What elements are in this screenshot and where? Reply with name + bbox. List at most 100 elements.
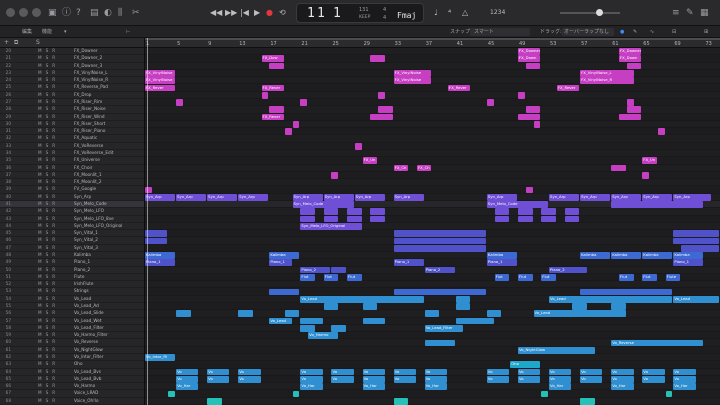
track-name[interactable]: Vo_Lead_Bvs (74, 369, 101, 375)
region[interactable]: Flut (494, 274, 510, 281)
region[interactable] (323, 303, 339, 310)
track-name[interactable]: Syn_Vital_2 (74, 237, 98, 243)
region[interactable]: Vo_Lead (269, 317, 292, 325)
mute-solo-record-buttons[interactable]: MSR (38, 208, 59, 214)
mute-solo-record-buttons[interactable]: MSR (38, 143, 59, 149)
track-name[interactable]: FX_Moonlit_2 (74, 179, 102, 185)
region[interactable] (393, 397, 409, 405)
track-name[interactable]: Vo_Lead_Slide (74, 310, 104, 316)
region[interactable] (517, 215, 533, 223)
track-lane[interactable] (145, 150, 720, 158)
track-header[interactable]: 31 MSR FX_Riser_Piano (0, 128, 144, 136)
region[interactable]: Vo (207, 376, 230, 383)
region[interactable]: Vo_Har (300, 383, 323, 390)
track-header[interactable]: 41 MSR Syn_Melo_Code (0, 201, 144, 209)
master-volume-knob[interactable] (596, 9, 603, 16)
mute-solo-record-buttons[interactable]: MSR (38, 310, 59, 316)
mute-solo-record-buttons[interactable]: MSR (38, 267, 59, 273)
track-name[interactable]: Vo_Reverse (74, 339, 98, 345)
region[interactable] (370, 208, 385, 216)
region[interactable] (681, 244, 719, 252)
track-lane[interactable] (145, 317, 720, 325)
region[interactable]: Vo_Har (611, 383, 634, 390)
region[interactable]: Syn_Arp (354, 193, 385, 201)
pencil-tool-icon[interactable]: ✎ (633, 29, 637, 35)
region[interactable] (541, 215, 556, 223)
region[interactable]: FX_Ch (393, 164, 409, 172)
region[interactable]: Syn_Arp (292, 193, 323, 201)
catch-icon[interactable]: ⊢ (126, 29, 130, 35)
track-lane[interactable] (145, 397, 720, 405)
region[interactable] (284, 310, 300, 318)
region[interactable]: FX_VinylNoise_L (580, 70, 634, 77)
track-name[interactable]: Vo_Lead_Wet (74, 318, 101, 324)
track-name[interactable]: Vo_Lead_Bvb (74, 376, 101, 382)
mute-solo-record-buttons[interactable]: MSR (38, 369, 59, 375)
region[interactable]: FX_Rever (145, 84, 176, 92)
region[interactable]: Vo_Har (362, 383, 385, 390)
mute-solo-record-buttons[interactable]: MSR (38, 390, 59, 396)
waveform-zoom-icon[interactable]: ∿ (650, 29, 654, 35)
track-lane[interactable] (145, 84, 720, 92)
track-lane[interactable] (145, 273, 720, 282)
track-header[interactable]: 37 MSR FX_Moonlit_1 (0, 172, 144, 180)
close-window-button[interactable] (6, 8, 15, 17)
region[interactable]: Kalimba (580, 252, 611, 259)
region[interactable]: Vo (611, 376, 634, 383)
region[interactable]: Vo (673, 376, 696, 383)
region[interactable]: Vo (580, 376, 603, 383)
region[interactable]: Vo_Har (176, 383, 199, 390)
region[interactable]: Piano_1 (145, 259, 176, 267)
mute-solo-record-buttons[interactable]: MSR (38, 172, 59, 178)
track-lane[interactable] (145, 281, 720, 289)
track-name[interactable]: FX_Riser_Piano (74, 128, 105, 134)
region[interactable] (300, 317, 323, 325)
region[interactable] (145, 237, 168, 245)
region[interactable] (300, 325, 315, 332)
region[interactable] (393, 288, 486, 296)
track-header[interactable]: 54 MSR Vo_Lead (0, 296, 144, 303)
mute-solo-record-buttons[interactable]: MSR (38, 48, 59, 54)
mute-solo-record-buttons[interactable]: MSR (38, 303, 59, 309)
region[interactable]: FX_Rever (261, 84, 284, 92)
track-lane[interactable] (145, 208, 720, 216)
region[interactable]: Vo (176, 376, 199, 383)
region[interactable]: FX_Un (362, 157, 378, 165)
region[interactable]: Syn_Arp (207, 193, 238, 201)
region[interactable]: Syn_Arp (549, 193, 580, 201)
mute-solo-record-buttons[interactable]: MSR (38, 325, 59, 331)
track-name[interactable]: FX_Reverse_Pad (74, 84, 108, 90)
track-lane[interactable] (145, 346, 720, 354)
track-lane[interactable] (145, 91, 720, 99)
region[interactable]: FX_Downer (618, 48, 642, 55)
track-header[interactable]: 30 MSR FX_Riser_Short (0, 121, 144, 129)
track-name[interactable]: FX_Riser_Short (74, 121, 105, 127)
library-icon[interactable]: ▣ (48, 7, 57, 19)
region[interactable] (362, 317, 385, 325)
region[interactable]: Kalimba (673, 252, 704, 259)
region[interactable] (284, 128, 292, 135)
region[interactable] (145, 186, 152, 194)
region[interactable]: Vo (673, 368, 696, 376)
track-lane[interactable] (145, 215, 720, 223)
region[interactable]: Syn_Arp (580, 193, 611, 201)
track-name[interactable]: FX_Aquatic (74, 135, 97, 141)
region[interactable]: FX_Dow (261, 55, 284, 63)
track-lane[interactable] (145, 303, 720, 311)
track-name[interactable]: FX_Riser_Wind (74, 114, 105, 120)
track-name[interactable]: Syn_Vital_1 (74, 230, 98, 236)
region[interactable]: Piano_2 (424, 266, 455, 274)
mute-solo-record-buttons[interactable]: MSR (38, 77, 59, 83)
track-header[interactable]: 62 MSR Vo_Intor_Filter (0, 354, 144, 362)
track-lane[interactable] (145, 171, 720, 180)
mute-solo-record-buttons[interactable]: MSR (38, 70, 59, 76)
region[interactable]: Piano_1 (486, 259, 517, 267)
region[interactable] (269, 288, 300, 296)
region[interactable] (354, 142, 362, 150)
track-header[interactable]: 67 MSR Voice_LRAD (0, 390, 144, 398)
track-header[interactable]: 34 MSR FX_VoReverse_Edit (0, 150, 144, 158)
region[interactable] (331, 266, 347, 274)
track-header[interactable]: 63 MSR Oho (0, 361, 144, 369)
mute-solo-record-buttons[interactable]: MSR (38, 245, 59, 251)
playhead[interactable] (147, 38, 148, 405)
